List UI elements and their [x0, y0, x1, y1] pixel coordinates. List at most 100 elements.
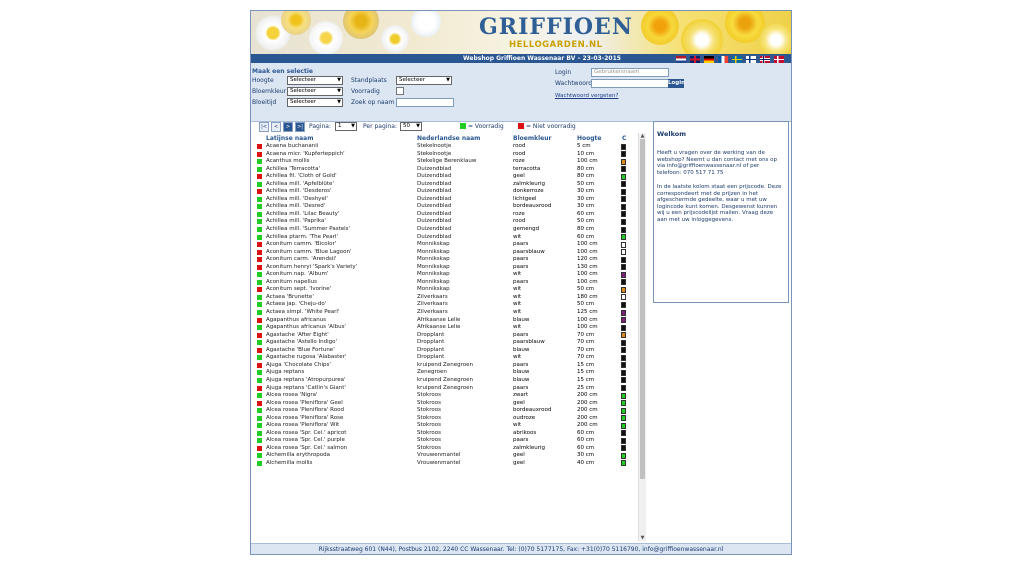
table-row[interactable]: Ajuga reptans 'Atropurpurea' kruipend Zen… [251, 377, 631, 385]
table-row[interactable]: Agastache 'Astello Indigo' Dropplant paars… [251, 339, 631, 347]
stock-status-icon [257, 196, 262, 202]
page-select[interactable]: 1 ▼ [335, 122, 357, 131]
height-cell: 80 cm [577, 165, 595, 172]
table-row[interactable]: Aconitum camm. 'Bicolor' Monnikskap paars 1… [251, 241, 631, 249]
first-page-button[interactable]: |< [259, 122, 269, 132]
table-row[interactable]: Acaena micr. 'Kupferteppich' Stekelnootje… [251, 151, 631, 159]
password-input[interactable] [591, 79, 669, 88]
table-row[interactable]: Alcea rosea 'Spr. Cel.' purple Stokroos pa… [251, 437, 631, 445]
standplaats-select[interactable]: Selecteer ▼ [396, 76, 452, 85]
flower-decoration [641, 11, 679, 45]
table-row[interactable]: Achillea mill. 'Deshyel' Duizendblad licht… [251, 196, 631, 204]
table-row[interactable]: Achillea mill. 'Summer Pastels' Duizendbl… [251, 226, 631, 234]
table-row[interactable]: Achillea mill. 'Desderos' Duizendblad donk… [251, 188, 631, 196]
table-row[interactable]: Alchemilla mollis Vrouwenmantel geel 40 cm [251, 460, 631, 468]
table-row[interactable]: Ajuga reptans Zenegroen blauw 15 cm [251, 369, 631, 377]
flower-color-cell: bordeauxrood [513, 407, 552, 414]
table-row[interactable]: Agastache rugosa 'Alabaster' Dropplant wit… [251, 354, 631, 362]
stock-status-icon [257, 294, 262, 300]
latin-name-cell: Achillea mill. 'Summer Pastels' [266, 226, 351, 233]
table-row[interactable]: Actaea jap. 'Cheju-do' Zilverkaars wit 50 c… [251, 301, 631, 309]
table-row[interactable]: Aconitum napellus Monnikskap paars 100 cm [251, 279, 631, 287]
stock-status-icon [257, 302, 262, 308]
stock-status-icon [257, 453, 262, 459]
shop-title: Webshop Griffioen Wassenaar BV – 23-03-2… [463, 55, 621, 62]
table-row[interactable]: Alcea rosea 'Spr. Cel.' salmon Stokroos za… [251, 445, 631, 453]
table-row[interactable]: Agapanthus africanus Afrikaanse Lelie blau… [251, 317, 631, 325]
forgot-password-link[interactable]: Wachtwoord vergeten? [555, 93, 618, 99]
prev-page-button[interactable]: < [271, 122, 281, 132]
table-body: Acaena buchananii Stekelnootje rood 5 cm Aca… [251, 143, 631, 468]
table-row[interactable]: Ajuga 'Chocolate Chips' kruipend Zenegroe… [251, 362, 631, 370]
price-code-swatch [621, 226, 626, 233]
in-stock-legend-square [460, 123, 466, 129]
header-height[interactable]: Hoogte [577, 135, 602, 142]
table-row[interactable]: Achillea mill. 'Apfelblüte' Duizendblad za… [251, 181, 631, 189]
table-row[interactable]: Agapanthus africanus 'Albus' Afrikaanse L… [251, 324, 631, 332]
table-row[interactable]: Alchemilla erythropoda Vrouwenmantel geel 3… [251, 452, 631, 460]
table-row[interactable]: Achillea ptarm. 'The Pearl' Duizendblad wi… [251, 234, 631, 242]
scrollbar-thumb[interactable] [640, 139, 645, 479]
price-code-swatch [621, 400, 626, 407]
next-page-button[interactable]: > [283, 122, 293, 132]
bloemkleur-select[interactable]: Selecteer ▼ [287, 87, 343, 96]
voorradig-checkbox[interactable] [396, 87, 404, 95]
stock-status-icon [257, 219, 262, 225]
dutch-name-cell: Monnikskap [417, 271, 450, 278]
table-row[interactable]: Acaena buchananii Stekelnootje rood 5 cm [251, 143, 631, 151]
table-row[interactable]: Alcea rosea 'Nigra' Stokroos zwart 200 cm [251, 392, 631, 400]
table-row[interactable]: Actaea simpl. 'White Pearl' Zilverkaars wi… [251, 309, 631, 317]
table-row[interactable]: Achillea mill. 'Desred' Duizendblad bordea… [251, 203, 631, 211]
username-input[interactable]: Gebruikersnaam [591, 68, 669, 77]
flower-color-cell: wit [513, 324, 522, 331]
per-page-select[interactable]: 50 ▼ [400, 122, 422, 131]
latin-name-cell: Alcea rosea 'Pleniflora' Wit [266, 422, 340, 429]
header-dutch[interactable]: Nederlandse naam [417, 135, 480, 142]
dutch-name-cell: Duizendblad [417, 203, 452, 210]
stock-status-icon [257, 445, 262, 451]
latin-name-cell: Ajuga 'Chocolate Chips' [266, 361, 331, 368]
flower-color-cell: roze [513, 210, 525, 217]
hoogte-select[interactable]: Selecteer ▼ [287, 76, 343, 85]
table-row[interactable]: Aconitum nap. 'Album' Monnikskap wit 100 cm [251, 271, 631, 279]
price-code-swatch [621, 362, 626, 369]
table-row[interactable]: Alcea rosea 'Pleniflora' Rood Stokroos bor… [251, 407, 631, 415]
table-row[interactable]: Agastache 'After Eight' Dropplant paars 70 … [251, 332, 631, 340]
bloeitijd-select[interactable]: Selecteer ▼ [287, 98, 343, 107]
table-row[interactable]: Agastache 'Blue Fortune' Dropplant blauw 70… [251, 347, 631, 355]
last-page-button[interactable]: >| [295, 122, 305, 132]
price-code-swatch [621, 324, 626, 331]
table-row[interactable]: Alcea rosea 'Pleniflora' Rose Stokroos oud… [251, 415, 631, 423]
zoek-input[interactable] [396, 98, 454, 107]
table-row[interactable]: Alcea rosea 'Pleniflora' Geel Stokroos gee… [251, 400, 631, 408]
header-color[interactable]: Bloemkleur [513, 135, 551, 142]
table-scrollbar[interactable]: ▲ ▼ [638, 133, 646, 541]
table-row[interactable]: Ajuga reptans 'Catlin's Giant' kruipend Z… [251, 385, 631, 393]
table-row[interactable]: Aconitum carm. 'Arendsii' Monnikskap paars… [251, 256, 631, 264]
table-row[interactable]: Aconitum henryi 'Spark's Variety' Monniks… [251, 264, 631, 272]
zoek-label: Zoek op naam [351, 99, 395, 106]
table-row[interactable]: Achillea fil. 'Cloth of Gold' Duizendblad… [251, 173, 631, 181]
table-row[interactable]: Aconitum sept. 'Ivorine' Monnikskap wit 50 … [251, 286, 631, 294]
header-latin[interactable]: Latijnse naam [266, 135, 313, 142]
price-code-swatch [621, 158, 626, 165]
flower-color-cell: paars [513, 331, 529, 338]
height-cell: 200 cm [577, 392, 598, 399]
table-row[interactable]: Acanthus mollis Stekelige Berenklauw roze 1… [251, 158, 631, 166]
header-price-code[interactable]: C [622, 135, 626, 142]
table-row[interactable]: Achillea mill. 'Paprika' Duizendblad rood 5… [251, 218, 631, 226]
table-row[interactable]: Alcea rosea 'Spr. Cel.' apricot Stokroos a… [251, 430, 631, 438]
table-row[interactable]: Achillea 'Terracotta' Duizendblad terracot… [251, 166, 631, 174]
latin-name-cell: Acanthus mollis [266, 158, 310, 165]
table-row[interactable]: Achillea mill. 'Lilac Beauty' Duizendblad… [251, 211, 631, 219]
welcome-paragraph-pricecode: In de laatste kolom staat een prijscode.… [657, 184, 782, 223]
chevron-down-icon: ▼ [351, 123, 355, 129]
login-button[interactable]: Login [668, 79, 685, 88]
welcome-title: Welkom [657, 130, 686, 138]
table-row[interactable]: Aconitum camm. 'Blue Lagoon' Monnikskap pa… [251, 249, 631, 257]
scroll-down-icon[interactable]: ▼ [639, 535, 646, 541]
table-row[interactable]: Actaea 'Brunette' Zilverkaars wit 180 cm [251, 294, 631, 302]
stock-status-icon [257, 408, 262, 414]
table-row[interactable]: Alcea rosea 'Pleniflora' Wit Stokroos wit 2… [251, 422, 631, 430]
hoogte-label: Hoogte [252, 77, 274, 84]
